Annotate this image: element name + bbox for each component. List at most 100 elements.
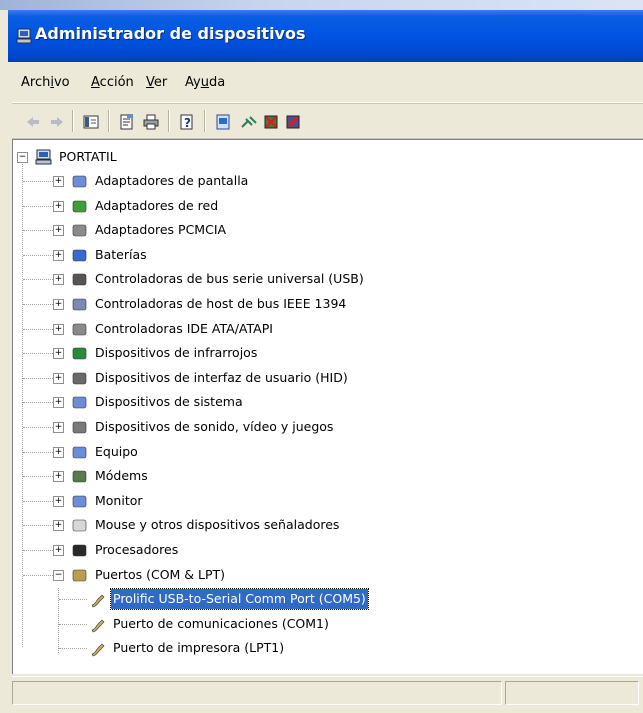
tree-guide-line — [23, 451, 53, 453]
tree-category-label: Procesadores — [95, 542, 179, 557]
tree-category-label: Adaptadores PCMCIA — [95, 222, 227, 238]
back-arrow-icon[interactable] — [24, 113, 42, 131]
port-icon — [91, 619, 105, 633]
tree-category-label: Dispositivos de interfaz de usuario (HID… — [95, 369, 348, 385]
tree-category-label: Controladoras de bus serie universal (US… — [95, 271, 364, 287]
window-title: Administrador de dispositivos — [35, 24, 306, 43]
tree-guide-line — [23, 328, 53, 330]
tree-guide-line — [23, 574, 53, 576]
status-pane-secondary — [505, 681, 639, 705]
tree-category-label: Dispositivos de sistema — [95, 394, 243, 410]
menu-accion[interactable]: Acción — [91, 75, 134, 90]
tree-guide-line — [23, 205, 53, 207]
infrared-icon — [72, 347, 87, 360]
disable-icon[interactable] — [284, 113, 302, 131]
forward-arrow-icon[interactable] — [48, 113, 66, 131]
modem-icon — [72, 470, 87, 483]
status-pane-main — [12, 681, 502, 705]
tree-category-label: Monitor — [95, 492, 143, 508]
usb-icon — [72, 274, 87, 286]
expand-toggle[interactable]: + — [53, 446, 64, 458]
scan-hardware-icon[interactable] — [240, 113, 258, 131]
hid-icon — [72, 372, 87, 385]
uninstall-icon[interactable] — [262, 113, 280, 131]
tree-category-label: Adaptadores de pantalla — [95, 173, 249, 188]
collapse-toggle[interactable]: − — [53, 569, 64, 581]
device-tree[interactable]: − PORTATIL + Adaptadores de pantalla + Adap… — [12, 139, 643, 674]
tree-guide-line — [23, 525, 53, 527]
toolbar-separator — [108, 110, 110, 132]
system-devices-icon — [72, 397, 87, 409]
display-adapter-icon — [72, 175, 87, 188]
computer-icon — [72, 446, 87, 458]
tree-category-label: Puertos (COM & LPT) — [95, 566, 226, 582]
tree-guide-line — [23, 427, 53, 428]
toolbar-separator — [168, 110, 170, 132]
expand-toggle[interactable]: + — [53, 299, 64, 310]
battery-icon — [72, 249, 87, 262]
expand-toggle[interactable]: + — [53, 225, 64, 237]
expand-toggle[interactable]: + — [53, 545, 64, 556]
update-driver-icon[interactable] — [214, 113, 232, 131]
expand-toggle[interactable]: + — [53, 323, 64, 335]
expand-toggle[interactable]: + — [53, 200, 64, 212]
expand-toggle[interactable]: + — [53, 495, 64, 507]
tree-port-label: Prolific USB-to-Serial Comm Port (COM5) — [110, 588, 369, 611]
properties-icon[interactable] — [118, 113, 136, 131]
ieee1394-icon — [72, 298, 87, 311]
tree-guide-line — [59, 599, 87, 601]
expand-toggle[interactable]: + — [53, 471, 64, 483]
tree-guide-line — [23, 254, 53, 256]
port-icon — [91, 643, 105, 657]
tree-guide-line — [23, 500, 53, 502]
computer-icon — [35, 149, 52, 165]
tree-guide-line — [23, 279, 53, 281]
tree-category-label: Baterías — [95, 246, 147, 262]
sound-icon — [72, 421, 87, 434]
expand-toggle[interactable]: + — [53, 397, 64, 409]
expand-toggle[interactable]: + — [53, 176, 64, 187]
toolbar: ? — [12, 103, 643, 139]
tree-guide-line — [23, 353, 53, 355]
processor-icon — [72, 544, 87, 557]
network-adapter-icon — [72, 200, 87, 212]
toolbar-separator — [204, 110, 206, 132]
port-icon — [91, 594, 105, 608]
mouse-icon — [72, 520, 87, 532]
svg-text:?: ? — [184, 116, 191, 130]
tree-guide-line — [59, 623, 87, 625]
ide-controller-icon — [72, 323, 87, 335]
expand-toggle[interactable]: + — [53, 274, 64, 286]
computer-icon — [16, 28, 32, 44]
print-icon[interactable] — [142, 113, 160, 131]
tree-category-label: Adaptadores de red — [95, 197, 219, 213]
tree-guide-line — [23, 402, 53, 404]
port-icon — [72, 569, 87, 581]
expand-toggle[interactable]: + — [53, 249, 64, 261]
tree-category-label: Dispositivos de infrarrojos — [95, 345, 258, 361]
tree-category-label: Equipo — [95, 443, 138, 459]
desktop-background-strip — [0, 0, 643, 10]
menu-bar: Archivo Acción Ver Ayuda — [12, 64, 643, 103]
menu-ver[interactable]: Ver — [146, 75, 167, 90]
menu-archivo[interactable]: Archivo — [21, 75, 70, 90]
expand-toggle[interactable]: + — [53, 520, 64, 532]
tree-port-label: Puerto de impresora (LPT1) — [113, 640, 285, 656]
monitor-icon — [72, 495, 87, 508]
expand-toggle[interactable]: + — [53, 422, 64, 433]
tree-guide-line — [59, 648, 87, 650]
tree-category-label: Mouse y otros dispositivos señaladores — [95, 517, 340, 533]
collapse-toggle[interactable]: − — [17, 152, 28, 163]
tree-guide-line — [23, 476, 53, 478]
menu-ayuda[interactable]: Ayuda — [185, 75, 225, 90]
tree-port-label: Puerto de comunicaciones (COM1) — [113, 615, 329, 631]
expand-toggle[interactable]: + — [53, 372, 64, 384]
console-tree-icon[interactable] — [82, 113, 100, 131]
tree-guide-line — [23, 550, 53, 551]
tree-category-label: Controladoras IDE ATA/ATAPI — [95, 320, 273, 336]
tree-root-label: PORTATIL — [59, 149, 117, 164]
expand-toggle[interactable]: + — [53, 348, 64, 360]
tree-guide-line — [58, 588, 59, 653]
help-icon[interactable]: ? — [178, 113, 196, 131]
pcmcia-icon — [72, 224, 87, 237]
